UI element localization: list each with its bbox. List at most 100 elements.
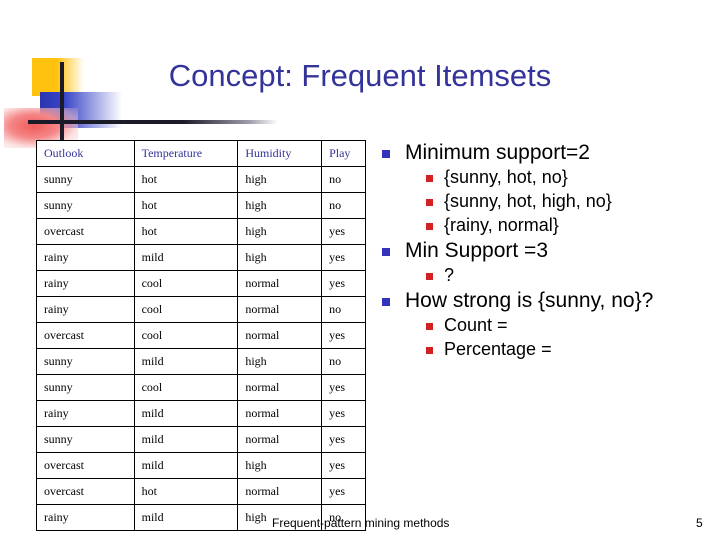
bullet-label: Percentage = xyxy=(444,339,552,359)
table-cell-temperature: mild xyxy=(133,504,239,531)
table-cell-play: yes xyxy=(321,452,366,479)
page-title: Concept: Frequent Itemsets xyxy=(168,58,552,93)
table-cell-temperature: hot xyxy=(133,192,239,219)
table-cell-temperature: hot xyxy=(133,166,239,193)
bullet-label: ? xyxy=(444,265,455,285)
table-cell-play: yes xyxy=(321,400,366,427)
bullet-item-level2: ? xyxy=(380,264,710,287)
table-cell-temperature: mild xyxy=(133,348,239,375)
table-row: sunny hot high no xyxy=(36,166,366,193)
table-cell-humidity: high xyxy=(237,192,323,219)
table-cell-outlook: overcast xyxy=(36,218,135,245)
table-cell-humidity: high xyxy=(237,218,323,245)
table-cell-play: yes xyxy=(321,478,366,505)
table-cell-outlook: rainy xyxy=(36,504,135,531)
table-cell-humidity: normal xyxy=(237,374,323,401)
table-cell-temperature: cool xyxy=(133,322,239,349)
table-cell-temperature: hot xyxy=(133,478,239,505)
table-header-outlook: Outlook xyxy=(36,140,135,167)
table-row: sunny hot high no xyxy=(36,192,366,219)
table-cell-temperature: mild xyxy=(133,400,239,427)
footer-text: Frequent-pattern mining methods xyxy=(272,516,450,530)
bullet-label: Min Support =3 xyxy=(405,239,549,262)
bullet-square-icon xyxy=(426,347,433,354)
bullet-label: Count = xyxy=(444,315,508,335)
table-cell-play: yes xyxy=(321,218,366,245)
bullet-label: {rainy, normal} xyxy=(444,215,559,235)
table-cell-outlook: sunny xyxy=(36,426,135,453)
table-cell-humidity: normal xyxy=(237,426,323,453)
table-cell-humidity: normal xyxy=(237,400,323,427)
table-cell-humidity: normal xyxy=(237,322,323,349)
table-row: rainy cool normal no xyxy=(36,296,366,323)
table-cell-humidity: normal xyxy=(237,478,323,505)
bullet-item-level2: Count = xyxy=(380,314,710,337)
bullet-square-icon xyxy=(382,248,390,256)
table-cell-temperature: mild xyxy=(133,452,239,479)
table-cell-play: no xyxy=(321,296,366,323)
page-number: 5 xyxy=(696,516,703,530)
table-header-humidity: Humidity xyxy=(237,140,323,167)
table-cell-humidity: high xyxy=(237,452,323,479)
table-cell-play: yes xyxy=(321,374,366,401)
table-cell-temperature: mild xyxy=(133,426,239,453)
bullet-item-level1: Minimum support=2 xyxy=(380,140,710,165)
table-cell-outlook: rainy xyxy=(36,244,135,271)
table-cell-outlook: overcast xyxy=(36,452,135,479)
table-cell-play: no xyxy=(321,192,366,219)
table-header-row: Outlook Temperature Humidity Play xyxy=(36,140,366,167)
table-row: rainy cool normal yes xyxy=(36,270,366,297)
table-cell-outlook: sunny xyxy=(36,348,135,375)
table-cell-humidity: normal xyxy=(237,270,323,297)
logo-horizontal-line xyxy=(28,120,278,124)
table-row: rainy mild high yes xyxy=(36,244,366,271)
table-cell-outlook: rainy xyxy=(36,270,135,297)
bullet-square-icon xyxy=(382,298,390,306)
table-row: sunny cool normal yes xyxy=(36,374,366,401)
bullet-label: Minimum support=2 xyxy=(405,141,590,164)
bullet-label: {sunny, hot, no} xyxy=(444,167,568,187)
table-header-play: Play xyxy=(321,140,366,167)
table-cell-temperature: hot xyxy=(133,218,239,245)
table-cell-temperature: cool xyxy=(133,270,239,297)
bullet-square-icon xyxy=(426,323,433,330)
logo-blue-square xyxy=(40,92,122,128)
bullet-square-icon xyxy=(426,175,433,182)
bullet-square-icon xyxy=(382,150,390,158)
table-cell-outlook: sunny xyxy=(36,374,135,401)
bullet-list-panel: Minimum support=2 {sunny, hot, no} {sunny,… xyxy=(380,140,710,362)
table-cell-humidity: normal xyxy=(237,296,323,323)
table-row: overcast hot normal yes xyxy=(36,478,366,505)
bullet-item-level2: {sunny, hot, no} xyxy=(380,166,710,189)
table-row: overcast hot high yes xyxy=(36,218,366,245)
bullet-item-level1: Min Support =3 xyxy=(380,238,710,263)
table-row: sunny mild normal yes xyxy=(36,426,366,453)
table-cell-outlook: sunny xyxy=(36,192,135,219)
table-cell-outlook: overcast xyxy=(36,478,135,505)
table-cell-outlook: overcast xyxy=(36,322,135,349)
table-cell-play: yes xyxy=(321,270,366,297)
table-row: overcast cool normal yes xyxy=(36,322,366,349)
table-cell-outlook: rainy xyxy=(36,296,135,323)
bullet-item-level2: Percentage = xyxy=(380,338,710,361)
table-cell-play: no xyxy=(321,348,366,375)
table-cell-outlook: sunny xyxy=(36,166,135,193)
table-row: overcast mild high yes xyxy=(36,452,366,479)
table-header-temperature: Temperature xyxy=(133,140,239,167)
table-cell-play: yes xyxy=(321,426,366,453)
bullet-label: {sunny, hot, high, no} xyxy=(444,191,612,211)
table-row: rainy mild normal yes xyxy=(36,400,366,427)
bullet-square-icon xyxy=(426,273,433,280)
table-cell-temperature: cool xyxy=(133,374,239,401)
table-cell-play: yes xyxy=(321,322,366,349)
weather-dataset-table: Outlook Temperature Humidity Play sunny h… xyxy=(36,140,366,531)
table-cell-play: no xyxy=(321,166,366,193)
bullet-label: How strong is {sunny, no}? xyxy=(405,289,654,312)
table-row: sunny mild high no xyxy=(36,348,366,375)
bullet-square-icon xyxy=(426,199,433,206)
table-cell-humidity: high xyxy=(237,244,323,271)
bullet-item-level1: How strong is {sunny, no}? xyxy=(380,288,710,313)
bullet-square-icon xyxy=(426,223,433,230)
table-cell-temperature: mild xyxy=(133,244,239,271)
table-cell-humidity: high xyxy=(237,348,323,375)
